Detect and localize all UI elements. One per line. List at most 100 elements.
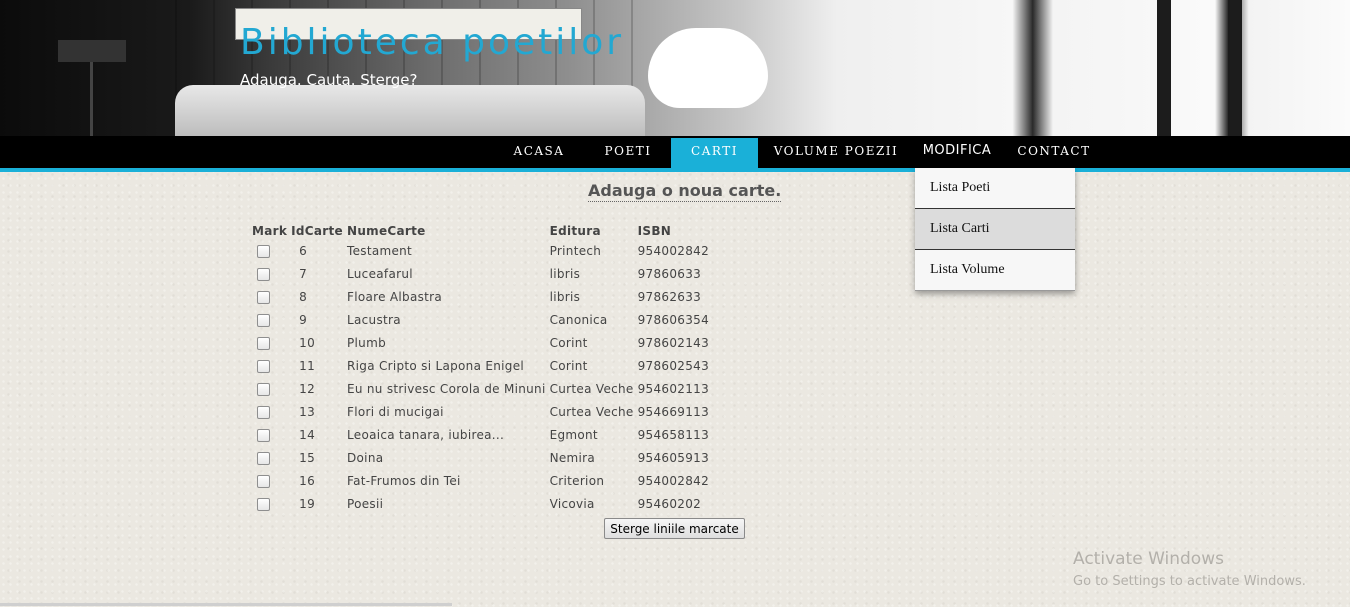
book-name: Floare Albastra [347, 289, 443, 304]
book-editura: Corint [549, 335, 588, 350]
table-row: 12 Eu nu strivesc Corola de Minuni Curte… [252, 377, 722, 400]
mark-checkbox[interactable] [257, 313, 270, 327]
book-editura: Egmont [549, 427, 598, 442]
book-id: 8 [299, 289, 308, 304]
mark-checkbox[interactable] [257, 382, 270, 396]
book-editura: libris [549, 266, 581, 281]
book-id: 9 [299, 312, 308, 327]
book-id: 12 [299, 381, 316, 396]
book-editura: Printech [549, 243, 602, 258]
book-id: 10 [299, 335, 316, 350]
book-id: 13 [299, 404, 316, 419]
table-row: 19 Poesii Vicovia 95460202 [252, 492, 722, 515]
mark-checkbox[interactable] [257, 451, 270, 465]
dropdown-item-lista-poeti[interactable]: Lista Poeti [915, 168, 1075, 209]
header-background-window-frame [1228, 0, 1242, 136]
mark-checkbox[interactable] [257, 336, 270, 350]
table-header-row: Mark IdCarte NumeCarte Editura ISBN [252, 222, 722, 239]
book-id: 14 [299, 427, 316, 442]
book-isbn: 954602113 [637, 381, 710, 396]
book-isbn: 97860633 [637, 266, 702, 281]
column-header-editura: Editura [549, 223, 601, 238]
book-isbn: 954002842 [637, 243, 710, 258]
book-name: Flori di mucigai [347, 404, 444, 419]
book-editura: Nemira [549, 450, 596, 465]
book-name: Fat-Frumos din Tei [347, 473, 461, 488]
column-header-numecarte: NumeCarte [347, 223, 426, 238]
book-isbn: 978606354 [637, 312, 710, 327]
table-row: 13 Flori di mucigai Curtea Veche 9546691… [252, 400, 722, 423]
nav-item-acasa[interactable]: ACASA [499, 136, 579, 166]
book-name: Luceafarul [347, 266, 413, 281]
book-name: Eu nu strivesc Corola de Minuni [347, 381, 546, 396]
mark-checkbox[interactable] [257, 497, 270, 511]
table-row: 8 Floare Albastra libris 97862633 [252, 285, 722, 308]
nav-item-carti[interactable]: CARTI [671, 138, 758, 168]
book-name: Leoaica tanara, iubirea... [347, 427, 505, 442]
book-id: 19 [299, 496, 316, 511]
book-isbn: 954002842 [637, 473, 710, 488]
book-name: Poesii [347, 496, 384, 511]
mark-checkbox[interactable] [257, 405, 270, 419]
book-editura: Canonica [549, 312, 608, 327]
book-isbn: 954658113 [637, 427, 710, 442]
mark-checkbox[interactable] [257, 428, 270, 442]
activate-windows-watermark-title: Activate Windows [1073, 549, 1224, 569]
book-name: Plumb [347, 335, 386, 350]
book-name: Doina [347, 450, 384, 465]
column-header-mark: Mark [252, 223, 288, 238]
book-name: Testament [347, 243, 413, 258]
book-name: Riga Cripto si Lapona Enigel [347, 358, 525, 373]
mark-checkbox[interactable] [257, 474, 270, 488]
delete-marked-rows-button[interactable]: Sterge liniile marcate [604, 518, 745, 539]
header-background-lamp [58, 40, 126, 62]
modifica-dropdown-menu: Lista Poeti Lista Carti Lista Volume [915, 168, 1075, 291]
site-title: Biblioteca poetilor [240, 22, 625, 63]
horizontal-scrollbar[interactable] [0, 603, 452, 606]
book-editura: Curtea Veche [549, 381, 634, 396]
book-isbn: 97862633 [637, 289, 702, 304]
book-editura: libris [549, 289, 581, 304]
book-isbn: 95460202 [637, 496, 702, 511]
dropdown-item-lista-volume[interactable]: Lista Volume [915, 250, 1075, 291]
book-isbn: 978602543 [637, 358, 710, 373]
header-background-sofa [175, 85, 645, 136]
book-name: Lacustra [347, 312, 401, 327]
books-table: Mark IdCarte NumeCarte Editura ISBN 6 Te… [252, 222, 722, 515]
column-header-idcarte: IdCarte [291, 223, 343, 238]
dropdown-item-lista-carti[interactable]: Lista Carti [915, 209, 1075, 250]
column-header-isbn: ISBN [637, 223, 672, 238]
add-book-link[interactable]: Adauga o noua carte. [588, 181, 782, 202]
book-isbn: 954669113 [637, 404, 710, 419]
book-isbn: 954605913 [637, 450, 710, 465]
nav-item-volume-poezii[interactable]: VOLUME POEZII [770, 136, 902, 166]
header-background-window-frame [1157, 0, 1171, 136]
book-editura: Criterion [549, 473, 605, 488]
nav-item-poeti[interactable]: POETI [590, 136, 666, 166]
mark-checkbox[interactable] [257, 267, 270, 281]
mark-checkbox[interactable] [257, 359, 270, 373]
book-id: 7 [299, 266, 308, 281]
table-row: 6 Testament Printech 954002842 [252, 239, 722, 262]
table-row: 15 Doina Nemira 954605913 [252, 446, 722, 469]
site-tagline: Adauga. Cauta. Sterge? [240, 71, 418, 89]
table-row: 14 Leoaica tanara, iubirea... Egmont 954… [252, 423, 722, 446]
mark-checkbox[interactable] [257, 244, 270, 258]
table-row: 16 Fat-Frumos din Tei Criterion 95400284… [252, 469, 722, 492]
table-row: 11 Riga Cripto si Lapona Enigel Corint 9… [252, 354, 722, 377]
table-row: 9 Lacustra Canonica 978606354 [252, 308, 722, 331]
site-header: Biblioteca poetilor Adauga. Cauta. Sterg… [0, 0, 1350, 136]
book-editura: Corint [549, 358, 588, 373]
book-editura: Vicovia [549, 496, 595, 511]
book-id: 6 [299, 243, 308, 258]
main-navigation: ACASA POETI CARTI VOLUME POEZII MODIFICA… [0, 136, 1350, 172]
activate-windows-watermark-subtitle: Go to Settings to activate Windows. [1073, 574, 1306, 589]
table-row: 10 Plumb Corint 978602143 [252, 331, 722, 354]
header-background-pendant-lamp [648, 28, 768, 108]
book-id: 11 [299, 358, 316, 373]
book-editura: Curtea Veche [549, 404, 634, 419]
mark-checkbox[interactable] [257, 290, 270, 304]
nav-item-contact[interactable]: CONTACT [1010, 136, 1098, 166]
book-id: 16 [299, 473, 316, 488]
nav-item-modifica[interactable]: MODIFICA [913, 136, 1001, 166]
